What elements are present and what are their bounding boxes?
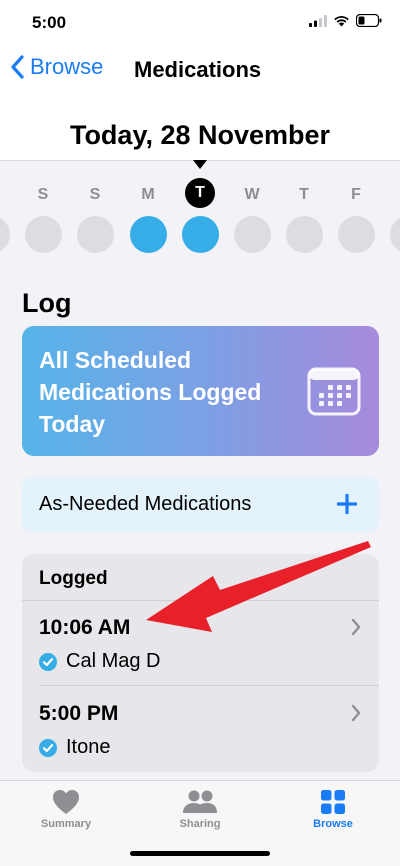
- status-icons: [309, 14, 382, 27]
- checkmark-circle-icon: [39, 652, 57, 671]
- week-strip[interactable]: S S M T W T F: [0, 160, 400, 270]
- cellular-signal-icon: [309, 14, 327, 27]
- day-letter: F: [351, 186, 361, 203]
- day-dot[interactable]: [390, 216, 400, 253]
- day-dot[interactable]: [25, 216, 62, 253]
- tab-summary-label: Summary: [40, 818, 92, 830]
- log-entry-time: 5:00 PM: [39, 702, 119, 725]
- day-letter: S: [89, 186, 101, 203]
- people-icon: [183, 790, 217, 813]
- home-indicator[interactable]: [130, 851, 270, 856]
- scheduled-medications-card[interactable]: All Scheduled Medications Logged Today: [22, 326, 379, 456]
- tab-summary[interactable]: Summary: [11, 789, 121, 830]
- as-needed-medications-row[interactable]: As-Needed Medications: [22, 477, 379, 532]
- day-letter: M: [141, 186, 155, 203]
- log-entry[interactable]: 10:06 AM Cal Mag D: [22, 600, 379, 686]
- day-letter: S: [37, 186, 49, 203]
- back-button[interactable]: Browse: [10, 54, 103, 80]
- tab-sharing-label: Sharing: [179, 818, 221, 830]
- nav-bar: Browse Medications: [0, 44, 400, 96]
- log-entry-medication-name: Cal Mag D: [66, 650, 161, 672]
- day-letter-today: T: [185, 178, 215, 208]
- day-dot[interactable]: [286, 216, 323, 253]
- chevron-right-icon: [351, 704, 361, 722]
- checkmark-circle-icon: [39, 738, 57, 757]
- wifi-icon: [334, 15, 349, 26]
- as-needed-label: As-Needed Medications: [39, 493, 252, 515]
- chevron-left-icon: [11, 55, 24, 79]
- log-entry-time: 10:06 AM: [39, 616, 131, 639]
- log-entry-medication: Cal Mag D: [39, 650, 160, 673]
- grid-icon: [321, 790, 345, 814]
- date-header: Today, 28 November: [0, 96, 400, 160]
- day-dot[interactable]: [77, 216, 114, 253]
- status-time: 5:00: [32, 13, 67, 32]
- chevron-right-icon: [351, 618, 361, 636]
- battery-icon: [356, 14, 382, 27]
- back-button-label: Browse: [30, 54, 104, 79]
- log-section-title: Log: [22, 288, 72, 318]
- logged-card: Logged 10:06 AM Cal Mag D 5:00 PM Itone: [22, 554, 379, 772]
- plus-icon[interactable]: [337, 494, 357, 514]
- log-entry[interactable]: 5:00 PM Itone: [22, 686, 379, 772]
- date-title: Today, 28 November: [69, 120, 331, 150]
- day-dot[interactable]: [0, 216, 10, 253]
- scheduled-card-text: All Scheduled Medications Logged Today: [39, 347, 262, 437]
- log-entry-medication-name: Itone: [66, 736, 111, 758]
- calendar-icon: [307, 367, 361, 416]
- log-entry-medication: Itone: [39, 736, 110, 759]
- logged-header: Logged: [39, 568, 108, 589]
- day-letter: T: [299, 186, 309, 203]
- day-dot[interactable]: [234, 216, 271, 253]
- tab-browse[interactable]: Browse: [278, 789, 388, 830]
- heart-icon: [53, 790, 79, 814]
- day-dot-logged[interactable]: [182, 216, 219, 253]
- nav-title: Medications: [134, 57, 262, 82]
- day-letter: W: [244, 186, 260, 203]
- day-dot[interactable]: [338, 216, 375, 253]
- today-marker-icon: [193, 160, 207, 169]
- day-dot-logged[interactable]: [130, 216, 167, 253]
- tab-browse-label: Browse: [313, 818, 353, 830]
- tab-sharing[interactable]: Sharing: [145, 789, 255, 830]
- status-bar: 5:00: [0, 0, 400, 44]
